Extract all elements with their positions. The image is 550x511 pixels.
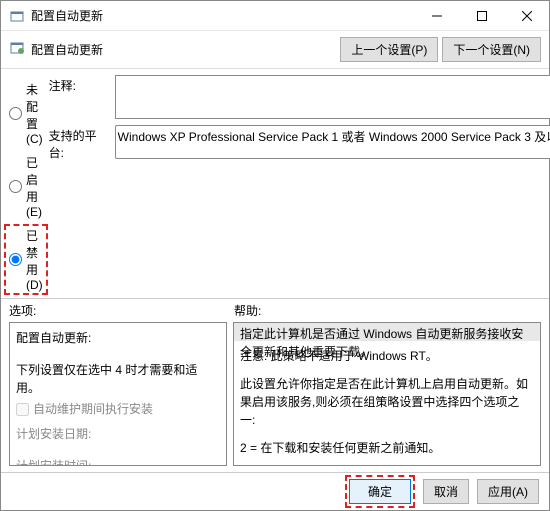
- help-header: 帮助:: [234, 302, 541, 319]
- meta-fields: 注释: 支持的平台: Windows XP Professional Servi…: [49, 75, 550, 292]
- footer: 确定 取消 应用(A): [1, 472, 549, 510]
- comment-label: 注释:: [49, 75, 109, 94]
- radio-disabled-label: 已禁用(D): [26, 227, 43, 292]
- radio-not-configured[interactable]: 未配置(C): [9, 81, 43, 146]
- titlebar: 配置自动更新: [1, 1, 549, 31]
- close-button[interactable]: [504, 1, 549, 30]
- state-radios: 未配置(C) 已启用(E) 已禁用(D): [9, 75, 43, 292]
- radio-not-configured-input[interactable]: [9, 107, 22, 120]
- help-summary: 指定此计算机是否通过 Windows 自动更新服务接收安全更新和其他重要下载。: [234, 323, 540, 341]
- options-note: 下列设置仅在选中 4 时才需要和适用。: [16, 361, 220, 397]
- cb-auto-maint-input: [16, 403, 29, 416]
- platform-select[interactable]: Windows XP Professional Service Pack 1 或…: [115, 125, 550, 159]
- options-pane[interactable]: 配置自动更新: 下列设置仅在选中 4 时才需要和适用。 自动维护期间执行安装 计…: [9, 322, 227, 466]
- toolbar-title: 配置自动更新: [31, 41, 103, 58]
- app-icon: [9, 8, 25, 24]
- radio-disabled-highlight: 已禁用(D): [4, 224, 48, 295]
- config-area: 未配置(C) 已启用(E) 已禁用(D) 注释: 支持的平台: Wi: [1, 69, 549, 299]
- next-setting-button[interactable]: 下一个设置(N): [442, 37, 541, 62]
- radio-disabled[interactable]: 已禁用(D): [9, 227, 43, 292]
- maximize-button[interactable]: [459, 1, 504, 30]
- radio-not-configured-label: 未配置(C): [26, 81, 43, 146]
- help-p2: 此设置允许你指定是否在此计算机上启用自动更新。如果启用该服务,则必须在组策略设置…: [240, 375, 534, 429]
- sched-day-label: 计划安装日期:: [16, 425, 220, 443]
- platform-label: 支持的平台:: [49, 125, 109, 161]
- radio-enabled-input[interactable]: [9, 180, 22, 193]
- cb-auto-maint: 自动维护期间执行安装: [16, 400, 220, 418]
- cb-auto-maint-label: 自动维护期间执行安装: [33, 400, 153, 418]
- radio-enabled[interactable]: 已启用(E): [9, 154, 43, 219]
- radio-enabled-label: 已启用(E): [26, 154, 43, 219]
- toolbar: 配置自动更新 上一个设置(P) 下一个设置(N): [1, 31, 549, 69]
- window-controls: [414, 1, 549, 30]
- minimize-button[interactable]: [414, 1, 459, 30]
- ok-highlight: 确定: [345, 475, 415, 508]
- comment-textarea[interactable]: [115, 75, 550, 119]
- options-header: 选项:: [9, 302, 234, 319]
- options-section-title: 配置自动更新:: [16, 329, 220, 347]
- help-p1: 注意: 此策略不适用于 Windows RT。: [240, 347, 534, 365]
- column-headers: 选项: 帮助:: [1, 299, 549, 322]
- sched-time-label: 计划安装时间:: [16, 457, 220, 466]
- apply-button[interactable]: 应用(A): [477, 479, 539, 504]
- cancel-button[interactable]: 取消: [423, 479, 469, 504]
- policy-editor-window: 配置自动更新 配置自动更新 上一个设置(P) 下一个设置(N) 未配置(C): [0, 0, 550, 511]
- help-pane[interactable]: 指定此计算机是否通过 Windows 自动更新服务接收安全更新和其他重要下载。 …: [233, 322, 541, 466]
- panes: 配置自动更新: 下列设置仅在选中 4 时才需要和适用。 自动维护期间执行安装 计…: [1, 322, 549, 472]
- help-p3: 2 = 在下载和安装任何更新之前通知。: [240, 439, 534, 457]
- window-title: 配置自动更新: [31, 7, 414, 24]
- ok-button[interactable]: 确定: [349, 479, 411, 504]
- radio-disabled-input[interactable]: [9, 253, 22, 266]
- policy-icon: [9, 40, 25, 59]
- prev-setting-button[interactable]: 上一个设置(P): [340, 37, 438, 62]
- platform-option[interactable]: Windows XP Professional Service Pack 1 或…: [118, 128, 550, 145]
